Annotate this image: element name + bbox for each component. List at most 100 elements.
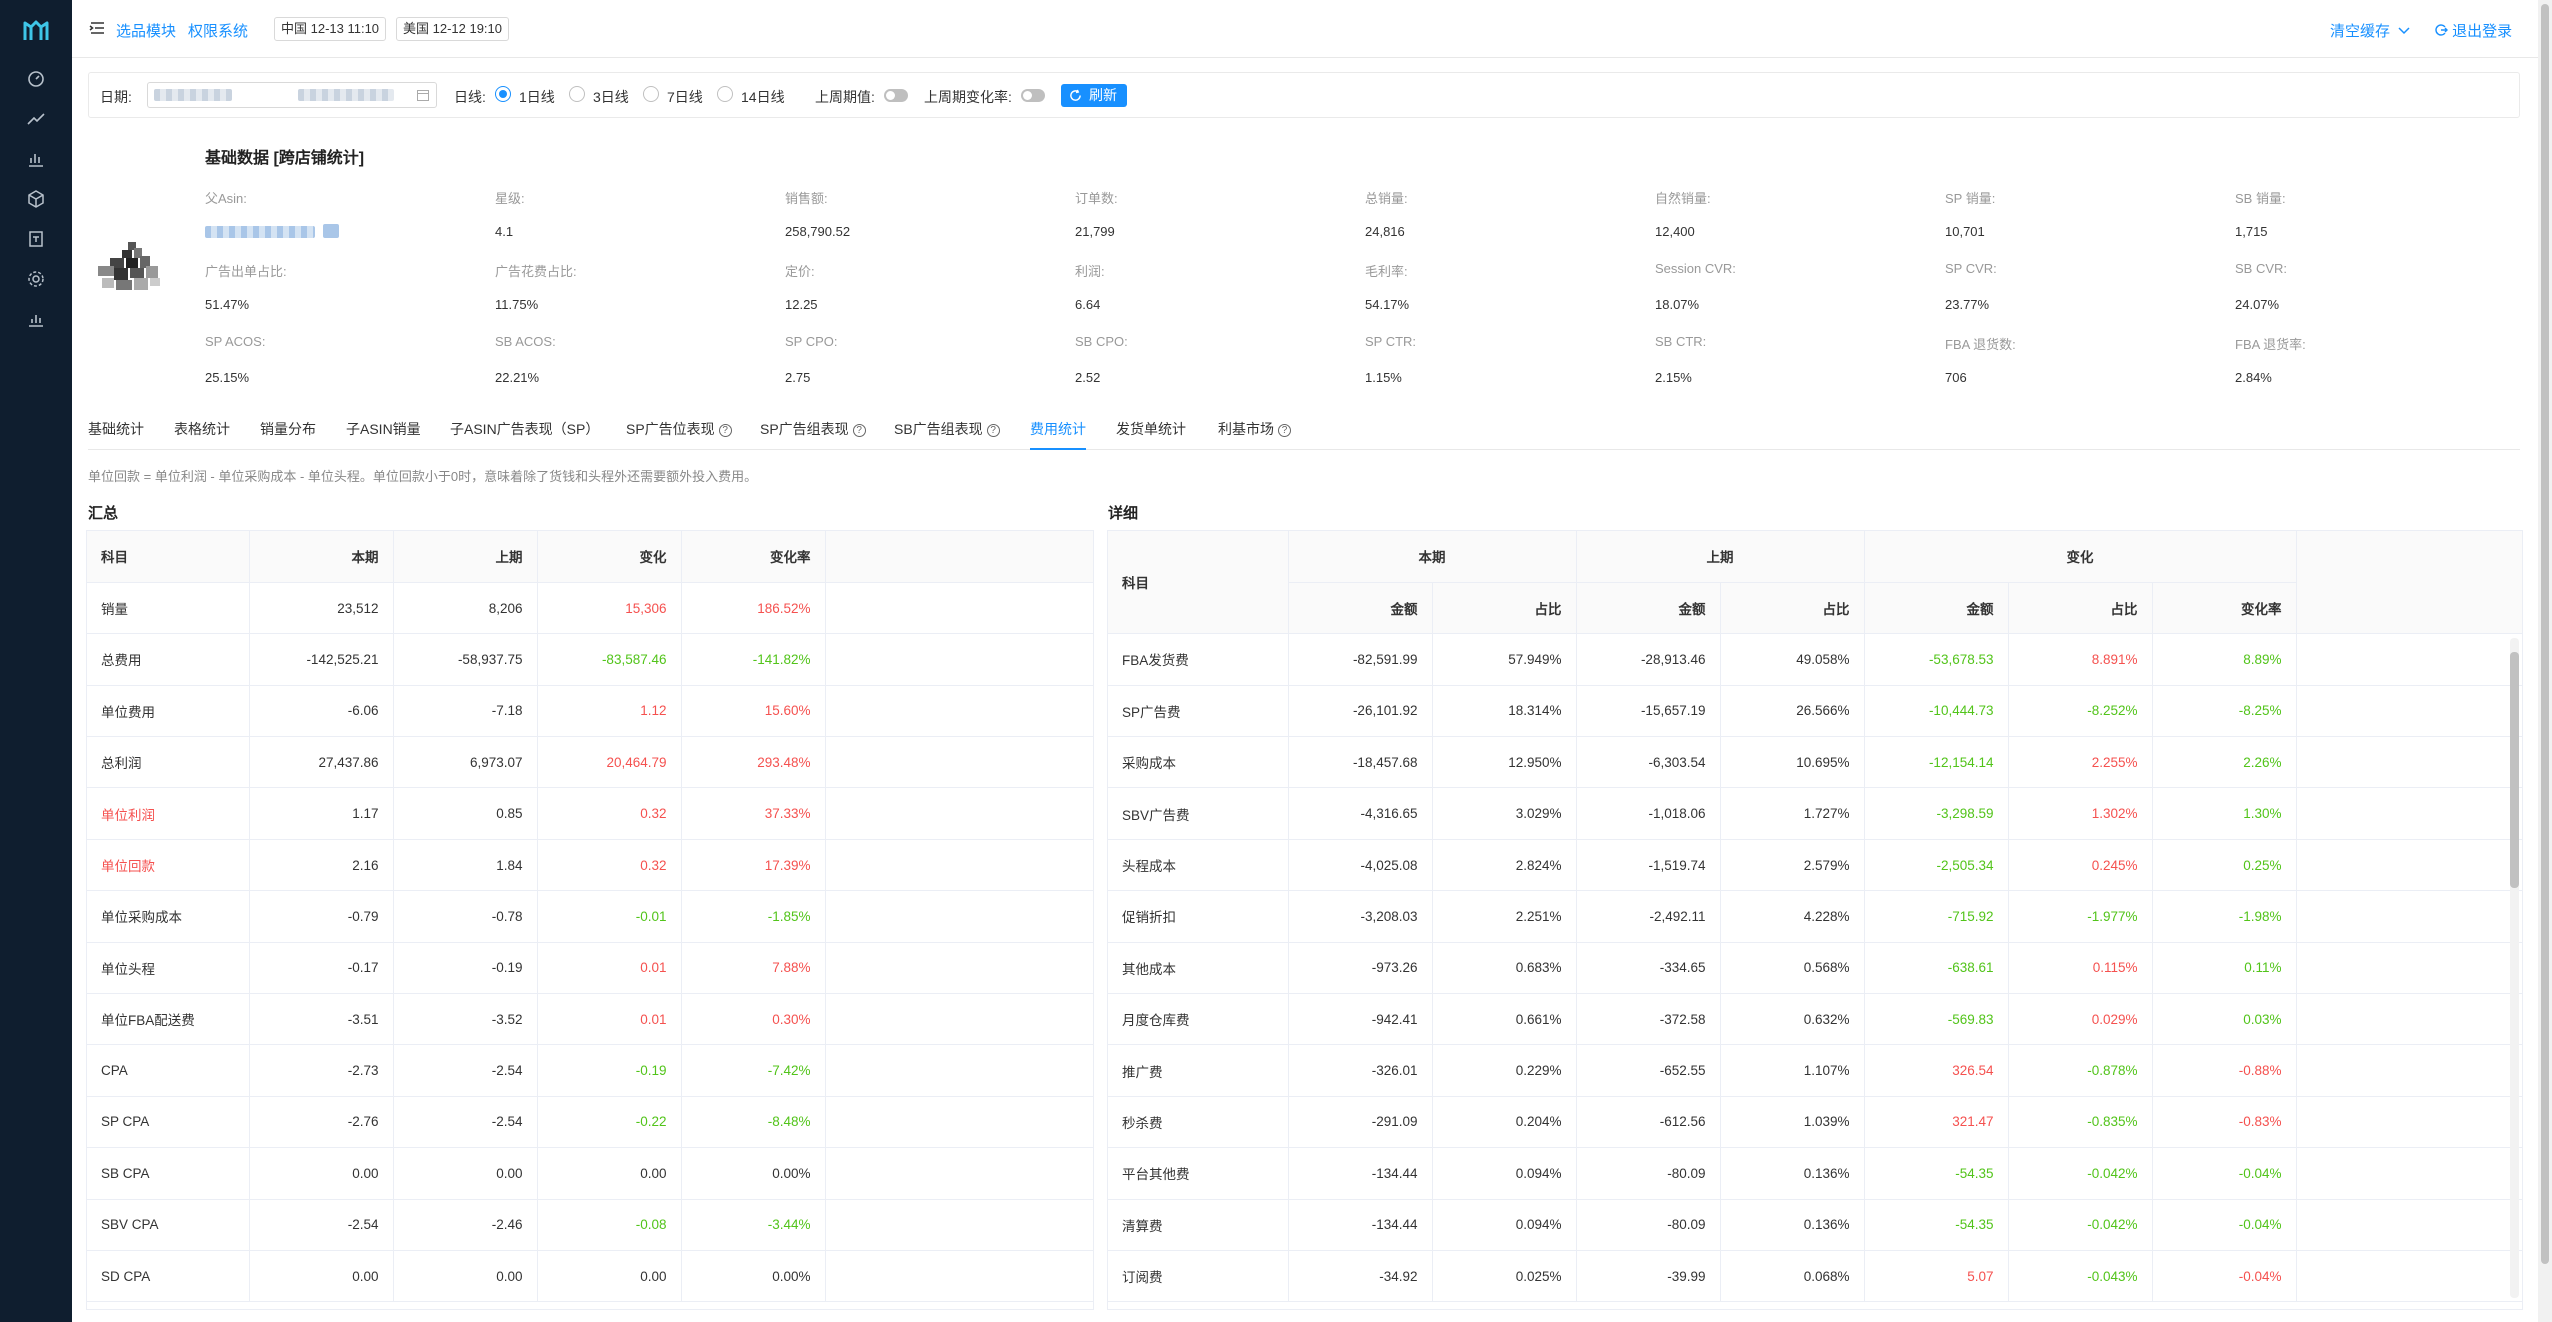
logout-button[interactable]: 退出登录 [2434,20,2512,41]
nav-link-permission[interactable]: 权限系统 [188,20,248,41]
calendar-icon[interactable] [24,227,48,251]
tab-item[interactable]: 销量分布 [260,419,316,439]
table-cell: -39.99 [1576,1250,1721,1303]
table-cell: -569.83 [1864,993,2009,1046]
last-period-label: 上周期值: [815,89,875,105]
tab-item[interactable]: 发货单统计 [1116,419,1186,439]
table-cell: 1.302% [2008,787,2153,840]
tab-item[interactable]: SB广告组表现? [894,419,1000,439]
dashboard-icon[interactable] [24,67,48,91]
table-cell [825,1096,1093,1149]
table-cell: 头程成本 [1108,839,1289,892]
trend-icon[interactable] [24,107,48,131]
table-row: SP广告费 -26,101.92 18.314% -15,657.19 26.566% -… [1108,685,2522,738]
table-cell: 0.00% [681,1250,826,1303]
logout-label: 退出登录 [2452,23,2513,40]
table-cell: -2,505.34 [1864,839,2009,892]
table-cell: 3.029% [1432,787,1577,840]
help-icon[interactable]: ? [986,424,1000,437]
tab-item[interactable]: 子ASIN广告表现（SP） [450,419,599,439]
table-cell: -1,519.74 [1576,839,1721,892]
table-row: 清算费 -134.44 0.094% -80.09 0.136% -54.35 -0.042… [1108,1199,2522,1251]
radio-1day[interactable] [495,86,511,102]
field-label: SP 销量: [1945,191,1996,206]
table-cell: SB CPA [87,1147,250,1200]
table-cell: -1.977% [2008,890,2153,943]
tab-item[interactable]: SP广告组表现? [760,419,866,439]
table-cell: 订阅费 [1108,1250,1289,1303]
table-cell: SD CPA [87,1250,250,1303]
help-icon[interactable]: ? [1278,424,1291,437]
table-cell: -3.51 [249,993,394,1046]
date-range-input[interactable] [147,82,437,108]
detail-table: 科目 本期 上期 变化 金额 占比 金额 占比 金额 占比 变化率 FBA发货费 -82,591.99 5… [1107,530,2523,1310]
table-cell: 0.245% [2008,839,2153,892]
table-cell: 0.00 [249,1147,394,1200]
column-header: 科目 [87,531,250,583]
tab-label: 费用统计 [1030,421,1086,437]
table-cell: 2.579% [1720,839,1865,892]
table-cell: -2.76 [249,1096,394,1149]
table-row: FBA发货费 -82,591.99 57.949% -28,913.46 49.058%… [1108,633,2522,686]
table-cell: SP CPA [87,1096,250,1149]
table-cell: 平台其他费 [1108,1147,1289,1200]
table-cell [825,787,1093,840]
field-value: 2.15% [1655,370,1692,385]
table-cell: 单位FBA配送费 [87,993,250,1046]
clear-cache-dropdown[interactable]: 清空缓存 [2330,20,2410,41]
help-icon[interactable]: ? [852,424,866,437]
detail-table-scroll-thumb[interactable] [2510,652,2519,888]
table-cell: 57.949% [1432,633,1577,686]
nav-link-selection[interactable]: 选品模块 [116,20,176,41]
table-cell: 单位采购成本 [87,890,250,943]
tab-item[interactable]: 费用统计 [1030,419,1086,450]
report-icon[interactable] [24,307,48,331]
table-cell [825,839,1093,892]
table-cell: 0.30% [681,993,826,1046]
column-header: 金额 [1288,582,1433,635]
cube-icon[interactable] [24,187,48,211]
us-time-badge: 美国 12-12 19:10 [396,17,510,41]
table-cell [2296,736,2522,789]
radio-7day[interactable] [643,86,659,102]
radio-14day[interactable] [717,86,733,102]
table-cell: -0.78 [393,890,538,943]
table-cell: 1.17 [249,787,394,840]
table-cell: -0.88% [2152,1044,2297,1097]
table-row: SD CPA 0.00 0.00 0.00 0.00% [87,1250,1093,1303]
tab-item[interactable]: 基础统计 [88,419,144,439]
table-cell: 总利润 [87,736,250,789]
field-value: 11.75% [495,297,539,312]
field-value: 54.17% [1365,297,1410,312]
table-cell: 推广费 [1108,1044,1289,1097]
logo-icon[interactable] [20,14,52,46]
header-row: 科目 本期 上期 变化 变化率 [87,531,1093,583]
table-cell: 23,512 [249,582,394,635]
table-cell: 单位回款 [87,839,250,892]
table-cell: 0.85 [393,787,538,840]
page-scroll-thumb[interactable] [2541,4,2549,1264]
table-cell: -0.22 [537,1096,682,1149]
tab-item[interactable]: 表格统计 [174,419,230,439]
tab-item[interactable]: 子ASIN销量 [346,419,421,439]
refresh-button[interactable]: 刷新 [1061,84,1127,107]
field-label: 利润: [1075,264,1105,279]
table-cell [2296,1147,2522,1200]
tab-item[interactable]: 利基市场? [1218,419,1291,439]
tab-item[interactable]: SP广告位表现? [626,419,732,439]
field-value: 1,715 [2235,224,2268,239]
menu-toggle-icon[interactable] [88,19,106,37]
radio-3day[interactable] [569,86,585,102]
help-icon[interactable]: ? [718,424,732,437]
table-cell: 其他成本 [1108,942,1289,995]
column-header: 上期 [393,531,538,583]
table-cell: 5.07 [1864,1250,2009,1303]
last-change-toggle[interactable] [1021,89,1045,102]
table-cell [2296,1044,2522,1097]
table-cell: -6.06 [249,685,394,738]
last-period-toggle[interactable] [884,89,908,102]
settings-icon[interactable] [24,267,48,291]
table-cell: -134.44 [1288,1199,1433,1251]
table-cell: 1.107% [1720,1044,1865,1097]
bar-chart-icon[interactable] [24,147,48,171]
